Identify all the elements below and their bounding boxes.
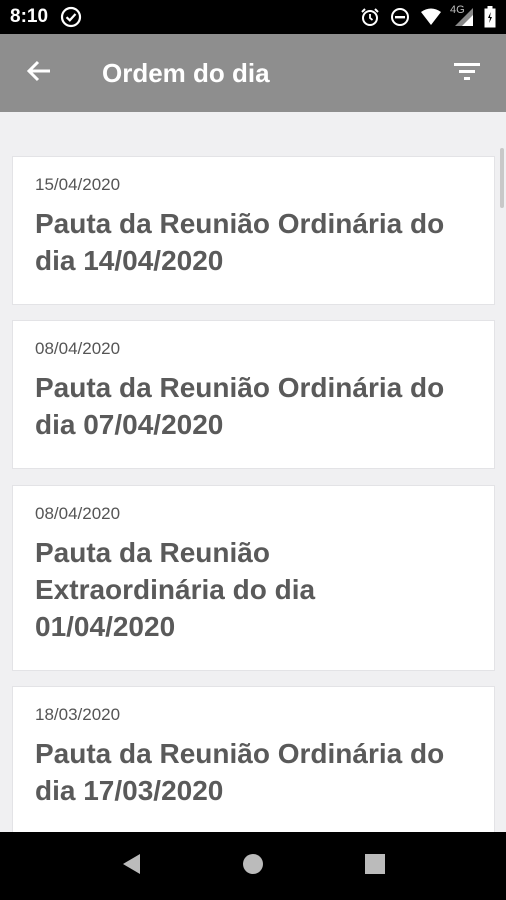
back-triangle-icon xyxy=(120,852,142,881)
check-circle-icon xyxy=(60,6,82,28)
item-date: 18/03/2020 xyxy=(35,705,121,724)
item-date: 15/04/2020 xyxy=(35,175,121,194)
content-list[interactable]: 15/04/2020 Pauta da Reunião Ordinária do… xyxy=(0,112,506,832)
item-title: Pauta da Reunião Ordinária do dia 17/03/… xyxy=(35,738,445,806)
filter-button[interactable] xyxy=(428,34,506,112)
status-left: 8:10 xyxy=(10,6,82,28)
battery-icon xyxy=(484,6,496,28)
recents-square-icon xyxy=(364,853,386,880)
nav-recents-button[interactable] xyxy=(345,836,405,896)
cell-signal-icon: 4G xyxy=(450,4,474,27)
back-button[interactable] xyxy=(0,34,78,112)
network-label: 4G xyxy=(450,4,465,16)
list-item[interactable]: 08/04/2020 Pauta da Reunião Extraordinár… xyxy=(12,485,495,671)
list-item[interactable]: 18/03/2020 Pauta da Reunião Ordinária do… xyxy=(12,686,495,832)
status-time: 8:10 xyxy=(10,6,49,27)
status-bar: 8:10 4G xyxy=(0,0,506,34)
page-title: Ordem do dia xyxy=(102,57,270,88)
alarm-icon xyxy=(360,7,380,27)
item-title: Pauta da Reunião Extraordinária do dia 0… xyxy=(35,537,316,642)
filter-icon xyxy=(453,60,481,87)
list-item[interactable]: 15/04/2020 Pauta da Reunião Ordinária do… xyxy=(12,156,495,305)
scrollbar[interactable] xyxy=(500,148,504,208)
home-circle-icon xyxy=(241,852,265,881)
status-right: 4G xyxy=(360,4,496,28)
item-date: 08/04/2020 xyxy=(35,504,121,523)
system-nav-bar xyxy=(0,832,506,900)
item-title: Pauta da Reunião Ordinária do dia 14/04/… xyxy=(35,208,445,276)
do-not-disturb-icon xyxy=(390,7,410,27)
nav-back-button[interactable] xyxy=(101,836,161,896)
app-bar: Ordem do dia xyxy=(0,34,506,112)
item-date: 08/04/2020 xyxy=(35,339,121,358)
nav-home-button[interactable] xyxy=(223,836,283,896)
wifi-icon xyxy=(420,8,442,26)
arrow-back-icon xyxy=(26,58,52,89)
item-title: Pauta da Reunião Ordinária do dia 07/04/… xyxy=(35,372,445,440)
list-item[interactable]: 08/04/2020 Pauta da Reunião Ordinária do… xyxy=(12,320,495,469)
